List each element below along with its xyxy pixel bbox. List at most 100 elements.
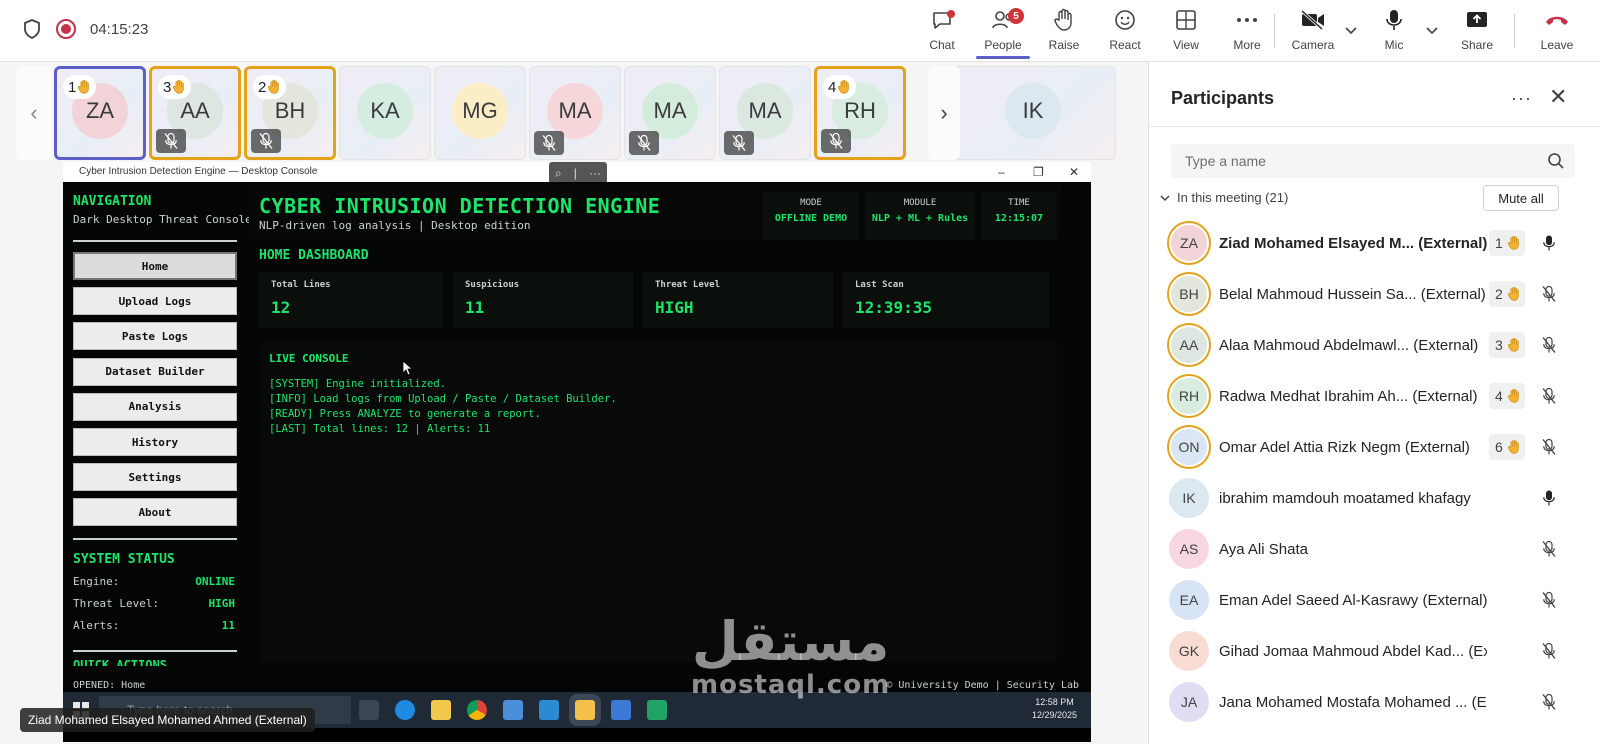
react-button[interactable]: React xyxy=(1096,6,1154,56)
system-tray-clock[interactable]: 12:58 PM 12/29/2025 xyxy=(1032,696,1077,722)
participant-mic-status[interactable] xyxy=(1541,591,1557,609)
participant-mic-status[interactable] xyxy=(1541,285,1557,303)
chat-button[interactable]: Chat xyxy=(913,6,971,56)
more-button[interactable]: More xyxy=(1218,6,1276,56)
hand-order: 1 xyxy=(1495,235,1503,251)
participant-row[interactable]: BH Belal Mahmoud Hussein Sa... (External)… xyxy=(1169,269,1579,319)
video-tile[interactable]: MG xyxy=(434,66,526,160)
zoom-icon[interactable]: ⌕ xyxy=(555,166,562,181)
participant-mic-status[interactable] xyxy=(1541,489,1557,507)
copyright-footer: © University Demo | Security Lab xyxy=(886,680,1079,691)
nav-button-dataset-builder[interactable]: Dataset Builder xyxy=(73,357,237,386)
avatar-initials: GK xyxy=(1178,643,1200,659)
participant-search-input[interactable] xyxy=(1171,144,1575,178)
nav-button-analysis[interactable]: Analysis xyxy=(73,392,237,421)
raise-hand-icon xyxy=(1054,8,1072,31)
chevron-down-icon[interactable] xyxy=(1424,22,1440,38)
live-console: LIVE CONSOLE [SYSTEM] Engine initialized… xyxy=(259,342,1057,662)
vscode-icon[interactable] xyxy=(539,700,559,720)
chrome-browser-icon[interactable] xyxy=(467,700,487,720)
hand-order: 4 xyxy=(828,78,837,96)
mute-all-button[interactable]: Mute all xyxy=(1483,185,1559,211)
video-tile[interactable]: ZA 1 xyxy=(54,66,146,160)
more-options-icon[interactable]: ··· xyxy=(1511,88,1532,109)
zoom-controls[interactable]: ⌕ | ··· xyxy=(549,162,607,184)
video-tile[interactable]: MA xyxy=(719,66,811,160)
nav-button-about[interactable]: About xyxy=(73,498,237,527)
video-tile[interactable]: KA xyxy=(339,66,431,160)
participant-row[interactable]: ON Omar Adel Attia Rizk Negm (External) 6 xyxy=(1169,422,1579,472)
avatar-initials: MA xyxy=(748,98,782,123)
participant-row[interactable]: JA Jana Mohamed Mostafa Mohamed ... (Exte… xyxy=(1169,677,1579,727)
video-tile[interactable]: AA 3 xyxy=(149,66,241,160)
file-explorer-icon[interactable] xyxy=(431,700,451,720)
task-view-icon[interactable] xyxy=(359,700,379,720)
watermark-arabic: مستقل xyxy=(691,610,890,673)
participant-row[interactable]: GK Gihad Jomaa Mahmoud Abdel Kad... (Exte… xyxy=(1169,626,1579,676)
chevron-down-icon[interactable] xyxy=(1343,22,1359,38)
participant-mic-status[interactable] xyxy=(1541,336,1557,354)
participant-name: Aya Ali Shata xyxy=(1219,540,1308,558)
raise-hand-button[interactable]: Raise xyxy=(1035,6,1093,56)
participant-mic-status[interactable] xyxy=(1541,642,1557,660)
nav-button-home[interactable]: Home xyxy=(73,252,237,280)
nav-button-settings[interactable]: Settings xyxy=(73,463,237,492)
leave-button[interactable]: Leave xyxy=(1528,6,1586,56)
nav-button-upload-logs[interactable]: Upload Logs xyxy=(73,287,237,316)
mic-label: Mic xyxy=(1384,38,1404,52)
participant-mic-status[interactable] xyxy=(1541,693,1557,711)
edge-browser-icon[interactable] xyxy=(395,700,415,720)
more-icon[interactable]: ··· xyxy=(589,166,601,180)
strip-next-button[interactable]: › xyxy=(928,66,960,160)
camera-button[interactable]: Camera xyxy=(1284,6,1342,56)
in-meeting-section-toggle[interactable]: In this meeting (21) xyxy=(1159,190,1288,205)
avatar: ON xyxy=(1169,427,1209,467)
window-title: Cyber Intrusion Detection Engine — Deskt… xyxy=(79,166,318,177)
status-value: ONLINE xyxy=(195,575,235,588)
nav-button-paste-logs[interactable]: Paste Logs xyxy=(73,322,237,351)
app-icon[interactable] xyxy=(611,700,631,720)
mic-button[interactable]: Mic xyxy=(1365,6,1423,56)
participant-mic-status[interactable] xyxy=(1541,438,1557,456)
video-tile[interactable]: RH 4 xyxy=(814,66,906,160)
module-label: MODULE xyxy=(903,198,937,208)
restore-icon[interactable]: ❐ xyxy=(1033,162,1044,182)
strip-prev-button[interactable]: ‹ xyxy=(16,66,52,160)
video-tile[interactable]: BH 2 xyxy=(244,66,336,160)
people-button[interactable]: 5 People xyxy=(974,6,1032,59)
video-tile[interactable]: MA xyxy=(529,66,621,160)
participant-mic-status[interactable] xyxy=(1541,540,1557,558)
share-button[interactable]: Share xyxy=(1448,6,1506,56)
avatar-initials: BH xyxy=(274,98,306,123)
more-icon xyxy=(1237,18,1257,22)
participant-mic-status[interactable] xyxy=(1541,387,1557,405)
participant-row[interactable]: AS Aya Ali Shata xyxy=(1169,524,1579,574)
metric-value: 12:39:35 xyxy=(855,298,933,317)
app-icon[interactable] xyxy=(503,700,523,720)
status-value: 11 xyxy=(221,619,235,632)
excel-icon[interactable] xyxy=(647,700,667,720)
hang-up-icon xyxy=(1546,16,1568,25)
section-title: HOME DASHBOARD xyxy=(259,248,369,263)
video-tile[interactable]: IK xyxy=(950,66,1116,160)
close-icon[interactable]: ✕ xyxy=(1549,84,1567,110)
participant-row[interactable]: RH Radwa Medhat Ibrahim Ah... (External) 4 xyxy=(1169,371,1579,421)
participant-row[interactable]: AA Alaa Mahmoud Abdelmawl... (External) 3 xyxy=(1169,320,1579,370)
nav-divider xyxy=(73,650,237,652)
participant-row[interactable]: IK ibrahim mamdouh moatamed khafagy xyxy=(1169,473,1579,523)
participant-row[interactable]: EA Eman Adel Saeed Al-Kasrawy (External) xyxy=(1169,575,1579,625)
python-icon[interactable] xyxy=(575,700,595,720)
avatar-initials: ZA xyxy=(1180,235,1198,251)
nav-button-history[interactable]: History xyxy=(73,428,237,456)
participant-name: Eman Adel Saeed Al-Kasrawy (External) xyxy=(1219,591,1487,609)
close-icon[interactable]: ✕ xyxy=(1069,162,1079,182)
raised-hand-icon xyxy=(1507,389,1519,403)
raised-hand-badge: 1 xyxy=(63,75,97,99)
react-label: React xyxy=(1109,38,1141,52)
participant-mic-status[interactable] xyxy=(1541,234,1557,252)
participant-row[interactable]: ZA Ziad Mohamed Elsayed M... (External) 1 xyxy=(1169,218,1579,268)
view-button[interactable]: View xyxy=(1157,6,1215,56)
minimize-icon[interactable]: – xyxy=(998,162,1005,182)
raised-hand-badge: 1 xyxy=(1489,230,1525,256)
video-tile[interactable]: MA xyxy=(624,66,716,160)
